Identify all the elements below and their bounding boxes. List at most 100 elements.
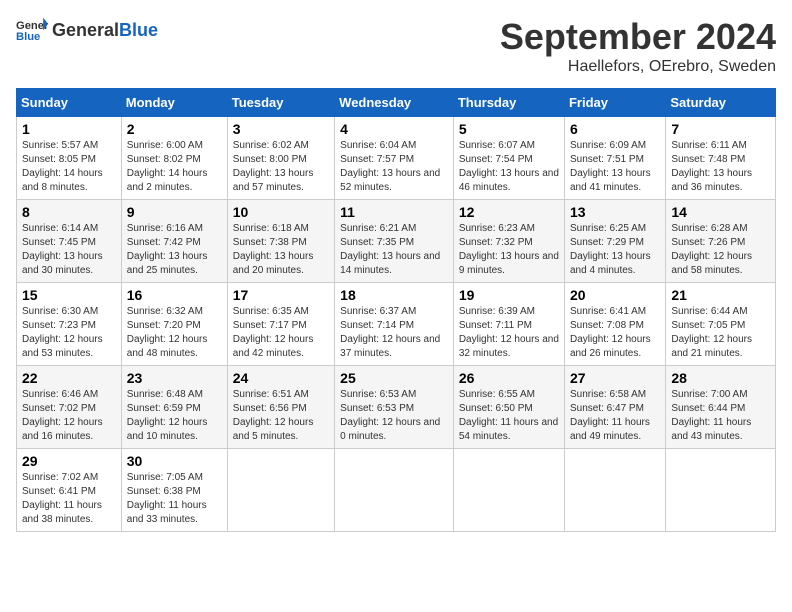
calendar-cell: 10Sunrise: 6:18 AMSunset: 7:38 PMDayligh…	[227, 200, 334, 283]
logo-general: General	[52, 20, 119, 40]
day-number: 3	[233, 121, 329, 137]
day-number: 6	[570, 121, 660, 137]
weekday-header: Saturday	[666, 89, 776, 117]
day-number: 15	[22, 287, 116, 303]
day-number: 25	[340, 370, 448, 386]
calendar-week-row: 29Sunrise: 7:02 AMSunset: 6:41 PMDayligh…	[17, 449, 776, 532]
calendar-cell: 18 Sunrise: 6:37 AMSunset: 7:14 PMDayligh…	[335, 283, 454, 366]
day-info: Sunrise: 6:21 AMSunset: 7:35 PMDaylight:…	[340, 222, 448, 278]
day-number: 26	[459, 370, 559, 386]
weekday-header: Tuesday	[227, 89, 334, 117]
day-number: 2	[127, 121, 222, 137]
day-number: 30	[127, 453, 222, 469]
svg-text:Blue: Blue	[16, 31, 40, 43]
calendar-cell: 11 Sunrise: 6:21 AMSunset: 7:35 PMDayligh…	[335, 200, 454, 283]
day-info: Sunrise: 6:09 AMSunset: 7:51 PMDaylight:…	[570, 139, 660, 195]
calendar-cell	[227, 449, 334, 532]
weekday-header-row: SundayMondayTuesdayWednesdayThursdayFrid…	[17, 89, 776, 117]
calendar-week-row: 1 Sunrise: 5:57 AMSunset: 8:05 PMDaylight…	[17, 117, 776, 200]
day-info: Sunrise: 6:14 AMSunset: 7:45 PMDaylight:…	[22, 222, 116, 278]
day-number: 22	[22, 370, 116, 386]
calendar-cell: 17Sunrise: 6:35 AMSunset: 7:17 PMDayligh…	[227, 283, 334, 366]
day-info: Sunrise: 6:55 AMSunset: 6:50 PMDaylight:…	[459, 388, 559, 444]
day-info: Sunrise: 6:07 AMSunset: 7:54 PMDaylight:…	[459, 139, 559, 195]
calendar-cell	[564, 449, 665, 532]
day-info: Sunrise: 6:28 AMSunset: 7:26 PMDaylight:…	[671, 222, 770, 278]
day-info: Sunrise: 7:00 AMSunset: 6:44 PMDaylight:…	[671, 388, 770, 444]
location-title: Haellefors, OErebro, Sweden	[500, 58, 776, 76]
calendar-cell	[335, 449, 454, 532]
day-number: 12	[459, 204, 559, 220]
day-number: 8	[22, 204, 116, 220]
logo: General Blue GeneralBlue	[16, 16, 158, 44]
day-number: 18	[340, 287, 448, 303]
day-info: Sunrise: 6:37 AMSunset: 7:14 PMDaylight:…	[340, 305, 448, 361]
calendar-cell: 27 Sunrise: 6:58 AMSunset: 6:47 PMDayligh…	[564, 366, 665, 449]
calendar-cell: 26 Sunrise: 6:55 AMSunset: 6:50 PMDayligh…	[453, 366, 564, 449]
header: General Blue GeneralBlue September 2024 …	[16, 16, 776, 76]
calendar-cell: 23Sunrise: 6:48 AMSunset: 6:59 PMDayligh…	[121, 366, 227, 449]
calendar-cell: 7 Sunrise: 6:11 AMSunset: 7:48 PMDaylight…	[666, 117, 776, 200]
day-info: Sunrise: 6:00 AMSunset: 8:02 PMDaylight:…	[127, 139, 222, 195]
day-number: 9	[127, 204, 222, 220]
day-info: Sunrise: 6:41 AMSunset: 7:08 PMDaylight:…	[570, 305, 660, 361]
calendar-cell: 16Sunrise: 6:32 AMSunset: 7:20 PMDayligh…	[121, 283, 227, 366]
calendar-cell: 3Sunrise: 6:02 AMSunset: 8:00 PMDaylight…	[227, 117, 334, 200]
calendar-cell: 20 Sunrise: 6:41 AMSunset: 7:08 PMDayligh…	[564, 283, 665, 366]
calendar-cell: 22 Sunrise: 6:46 AMSunset: 7:02 PMDayligh…	[17, 366, 122, 449]
calendar-cell: 12 Sunrise: 6:23 AMSunset: 7:32 PMDayligh…	[453, 200, 564, 283]
calendar-cell: 24Sunrise: 6:51 AMSunset: 6:56 PMDayligh…	[227, 366, 334, 449]
day-info: Sunrise: 6:11 AMSunset: 7:48 PMDaylight:…	[671, 139, 770, 195]
weekday-header: Friday	[564, 89, 665, 117]
day-info: Sunrise: 6:53 AMSunset: 6:53 PMDaylight:…	[340, 388, 448, 444]
calendar-cell: 8 Sunrise: 6:14 AMSunset: 7:45 PMDaylight…	[17, 200, 122, 283]
day-number: 14	[671, 204, 770, 220]
day-number: 19	[459, 287, 559, 303]
calendar-cell	[453, 449, 564, 532]
weekday-header: Thursday	[453, 89, 564, 117]
day-info: Sunrise: 6:46 AMSunset: 7:02 PMDaylight:…	[22, 388, 116, 444]
weekday-header: Wednesday	[335, 89, 454, 117]
day-info: Sunrise: 6:58 AMSunset: 6:47 PMDaylight:…	[570, 388, 660, 444]
calendar-cell: 28 Sunrise: 7:00 AMSunset: 6:44 PMDayligh…	[666, 366, 776, 449]
day-number: 13	[570, 204, 660, 220]
day-info: Sunrise: 6:25 AMSunset: 7:29 PMDaylight:…	[570, 222, 660, 278]
weekday-header: Sunday	[17, 89, 122, 117]
day-number: 1	[22, 121, 116, 137]
logo-icon: General Blue	[16, 16, 48, 44]
title-section: September 2024 Haellefors, OErebro, Swed…	[500, 16, 776, 76]
day-info: Sunrise: 6:44 AMSunset: 7:05 PMDaylight:…	[671, 305, 770, 361]
calendar-cell: 30Sunrise: 7:05 AMSunset: 6:38 PMDayligh…	[121, 449, 227, 532]
day-number: 11	[340, 204, 448, 220]
calendar-cell: 4 Sunrise: 6:04 AMSunset: 7:57 PMDaylight…	[335, 117, 454, 200]
day-info: Sunrise: 5:57 AMSunset: 8:05 PMDaylight:…	[22, 139, 116, 195]
day-number: 20	[570, 287, 660, 303]
day-number: 21	[671, 287, 770, 303]
day-number: 29	[22, 453, 116, 469]
weekday-header: Monday	[121, 89, 227, 117]
calendar-cell: 6 Sunrise: 6:09 AMSunset: 7:51 PMDaylight…	[564, 117, 665, 200]
calendar-cell: 25 Sunrise: 6:53 AMSunset: 6:53 PMDayligh…	[335, 366, 454, 449]
calendar-cell: 14 Sunrise: 6:28 AMSunset: 7:26 PMDayligh…	[666, 200, 776, 283]
day-number: 5	[459, 121, 559, 137]
calendar-cell: 9 Sunrise: 6:16 AMSunset: 7:42 PMDaylight…	[121, 200, 227, 283]
calendar-week-row: 22 Sunrise: 6:46 AMSunset: 7:02 PMDayligh…	[17, 366, 776, 449]
calendar-cell: 29Sunrise: 7:02 AMSunset: 6:41 PMDayligh…	[17, 449, 122, 532]
logo-blue: Blue	[119, 20, 158, 40]
calendar-cell: 5 Sunrise: 6:07 AMSunset: 7:54 PMDaylight…	[453, 117, 564, 200]
day-number: 7	[671, 121, 770, 137]
day-info: Sunrise: 6:23 AMSunset: 7:32 PMDaylight:…	[459, 222, 559, 278]
day-number: 4	[340, 121, 448, 137]
day-info: Sunrise: 6:04 AMSunset: 7:57 PMDaylight:…	[340, 139, 448, 195]
day-info: Sunrise: 6:16 AMSunset: 7:42 PMDaylight:…	[127, 222, 222, 278]
day-number: 27	[570, 370, 660, 386]
calendar-cell: 15Sunrise: 6:30 AMSunset: 7:23 PMDayligh…	[17, 283, 122, 366]
calendar-cell: 19Sunrise: 6:39 AMSunset: 7:11 PMDayligh…	[453, 283, 564, 366]
day-number: 23	[127, 370, 222, 386]
calendar-week-row: 8 Sunrise: 6:14 AMSunset: 7:45 PMDaylight…	[17, 200, 776, 283]
day-info: Sunrise: 6:35 AMSunset: 7:17 PMDaylight:…	[233, 305, 329, 361]
calendar-cell: 21 Sunrise: 6:44 AMSunset: 7:05 PMDayligh…	[666, 283, 776, 366]
day-number: 28	[671, 370, 770, 386]
calendar-cell: 13 Sunrise: 6:25 AMSunset: 7:29 PMDayligh…	[564, 200, 665, 283]
day-info: Sunrise: 6:51 AMSunset: 6:56 PMDaylight:…	[233, 388, 329, 444]
